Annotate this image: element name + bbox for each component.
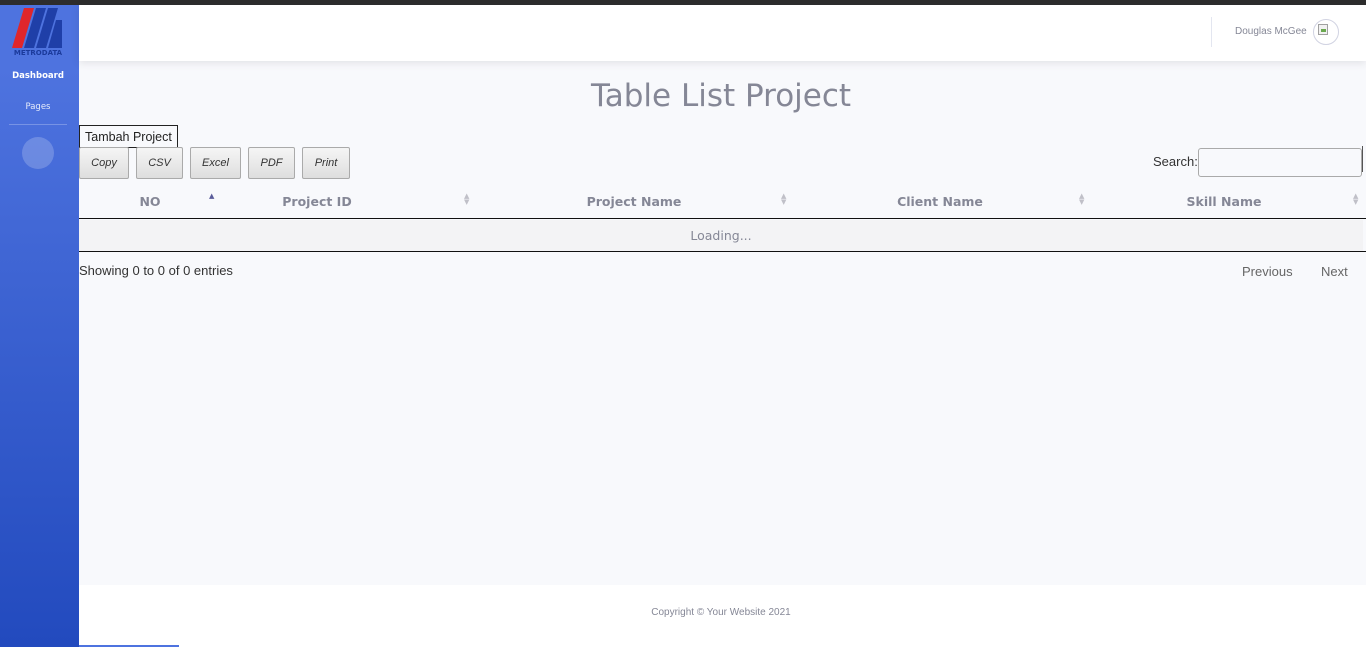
copyright-text: Copyright © Your Website 2021 — [651, 607, 791, 618]
sort-icon: ▲ ▼ — [1353, 192, 1359, 206]
avatar[interactable] — [1313, 19, 1339, 45]
sort-icon: ▲ ▼ — [464, 192, 470, 206]
column-header-client-name[interactable]: Client Name ▲ ▼ — [795, 184, 1085, 218]
copy-button[interactable]: Copy — [79, 147, 129, 179]
page-title: Table List Project — [590, 78, 852, 114]
sort-asc-icon: ▲ — [209, 192, 215, 200]
topbar-divider — [1211, 17, 1212, 47]
sidebar-item-pages[interactable]: Pages — [0, 102, 76, 112]
sort-icon: ▲ ▼ — [781, 192, 787, 206]
search-input[interactable] — [1198, 148, 1362, 177]
table-row-loading: Loading... — [79, 220, 1363, 251]
column-header-project-name[interactable]: Project Name ▲ ▼ — [473, 184, 795, 218]
metrodata-logo-icon — [12, 8, 62, 48]
csv-button[interactable]: CSV — [136, 147, 183, 179]
sidebar-divider — [9, 124, 67, 125]
column-header-project-id[interactable]: Project ID ▲ ▼ — [221, 184, 473, 218]
pagination-next[interactable]: Next — [1321, 264, 1348, 279]
column-header-no[interactable]: NO ▲ — [79, 184, 221, 218]
excel-button[interactable]: Excel — [190, 147, 241, 179]
pagination-previous[interactable]: Previous — [1242, 264, 1293, 279]
broken-image-icon — [1318, 24, 1328, 35]
sidebar-toggle-button[interactable] — [22, 137, 54, 169]
scroll-edge — [1362, 146, 1366, 172]
column-header-skill-name[interactable]: Skill Name ▲ ▼ — [1085, 184, 1363, 218]
add-project-button[interactable]: Tambah Project — [79, 125, 178, 148]
sidebar: METRODATA Dashboard Pages — [0, 5, 79, 647]
sort-icon: ▲ ▼ — [1079, 192, 1085, 206]
top-navbar: Douglas McGee — [79, 5, 1366, 61]
brand-name: METRODATA — [13, 49, 63, 57]
brand-logo[interactable]: METRODATA — [0, 5, 79, 61]
sidebar-item-dashboard[interactable]: Dashboard — [0, 71, 76, 81]
table-footer-border — [79, 251, 1366, 252]
table-info: Showing 0 to 0 of 0 entries — [79, 263, 233, 278]
pdf-button[interactable]: PDF — [248, 147, 295, 179]
footer: Copyright © Your Website 2021 — [79, 585, 1366, 647]
print-button[interactable]: Print — [302, 147, 350, 179]
user-name[interactable]: Douglas McGee — [1235, 26, 1307, 37]
search-label: Search: — [1153, 154, 1198, 169]
table-header-border — [79, 218, 1366, 219]
